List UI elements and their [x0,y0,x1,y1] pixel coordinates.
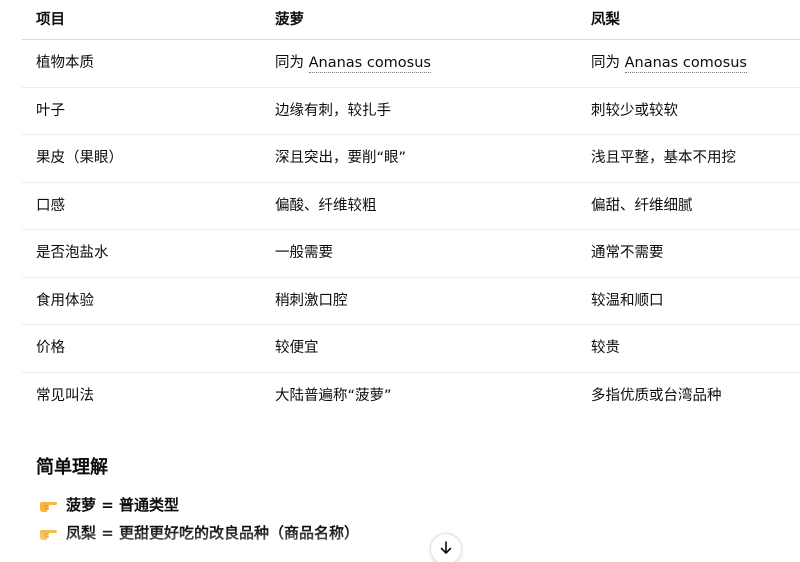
scroll-down-button[interactable] [430,533,462,562]
fengli-cell: 较温和顺口 [591,292,664,309]
table-header-row: 项目 菠萝 凤梨 [22,0,800,40]
summary-bullet-text: 凤梨 = 更甜更好吃的改良品种（商品名称） [66,524,360,542]
row-label: 价格 [36,340,65,357]
header-item: 项目 [36,11,65,28]
summary-heading: 简单理解 [36,457,108,478]
row-label: 植物本质 [36,55,94,72]
row-label: 食用体验 [36,292,94,309]
pointing-hand-icon [40,502,57,512]
pineapple-cell: 偏酸、纤维较粗 [275,197,377,214]
table-row: 叶子 边缘有刺，较扎手 刺较少或较软 [22,88,800,135]
pineapple-cell: 深且突出，要削“眼” [275,150,407,167]
table-row: 植物本质 同为 Ananas comosus 同为 Ananas comosus [22,40,800,88]
summary-bullet: 凤梨 = 更甜更好吃的改良品种（商品名称） [38,522,359,544]
pineapple-cell: 稍刺激口腔 [275,292,348,309]
scientific-name-link[interactable]: Ananas comosus [624,55,747,74]
chat-response: 项目 菠萝 凤梨 植物本质 同为 Ananas comosus 同为 Anana… [0,0,800,562]
pineapple-cell: 一般需要 [275,245,333,262]
fengli-cell: 通常不需要 [591,245,664,262]
pineapple-cell: 边缘有刺，较扎手 [275,102,391,119]
pineapple-cell: 同为 Ananas comosus [261,53,577,74]
fengli-cell: 浅且平整，基本不用挖 [591,150,736,167]
fengli-cell: 偏甜、纤维细腻 [591,197,693,214]
pointing-hand-icon [40,530,57,540]
fengli-cell: 刺较少或较软 [591,102,678,119]
table-row: 食用体验 稍刺激口腔 较温和顺口 [22,278,800,325]
row-label: 叶子 [36,102,65,119]
summary-bullet: 菠萝 = 普通类型 [38,494,179,516]
pineapple-cell: 较便宜 [275,340,319,357]
row-label: 常见叫法 [36,388,94,405]
table-row: 价格 较便宜 较贵 [22,325,800,373]
table-row: 口感 偏酸、纤维较粗 偏甜、纤维细腻 [22,183,800,230]
summary-bullet-text: 菠萝 = 普通类型 [66,496,180,514]
cell-prefix: 同为 [275,55,309,72]
arrow-down-icon [440,541,452,554]
row-label: 果皮（果眼） [36,150,123,167]
table-row: 是否泡盐水 一般需要 通常不需要 [22,230,800,278]
pineapple-cell: 大陆普遍称“菠萝” [275,388,392,405]
header-fengli: 凤梨 [591,11,620,28]
fengli-cell: 同为 Ananas comosus [577,53,800,74]
scientific-name-link[interactable]: Ananas comosus [308,55,431,74]
row-label: 是否泡盐水 [36,245,109,262]
table-row: 常见叫法 大陆普遍称“菠萝” 多指优质或台湾品种 [22,373,800,421]
cell-prefix: 同为 [591,55,625,72]
table-row: 果皮（果眼） 深且突出，要削“眼” 浅且平整，基本不用挖 [22,135,800,183]
comparison-table: 项目 菠萝 凤梨 植物本质 同为 Ananas comosus 同为 Anana… [22,0,800,420]
header-pineapple: 菠萝 [275,11,304,28]
row-label: 口感 [36,197,65,214]
fengli-cell: 多指优质或台湾品种 [591,388,722,405]
fengli-cell: 较贵 [591,340,620,357]
